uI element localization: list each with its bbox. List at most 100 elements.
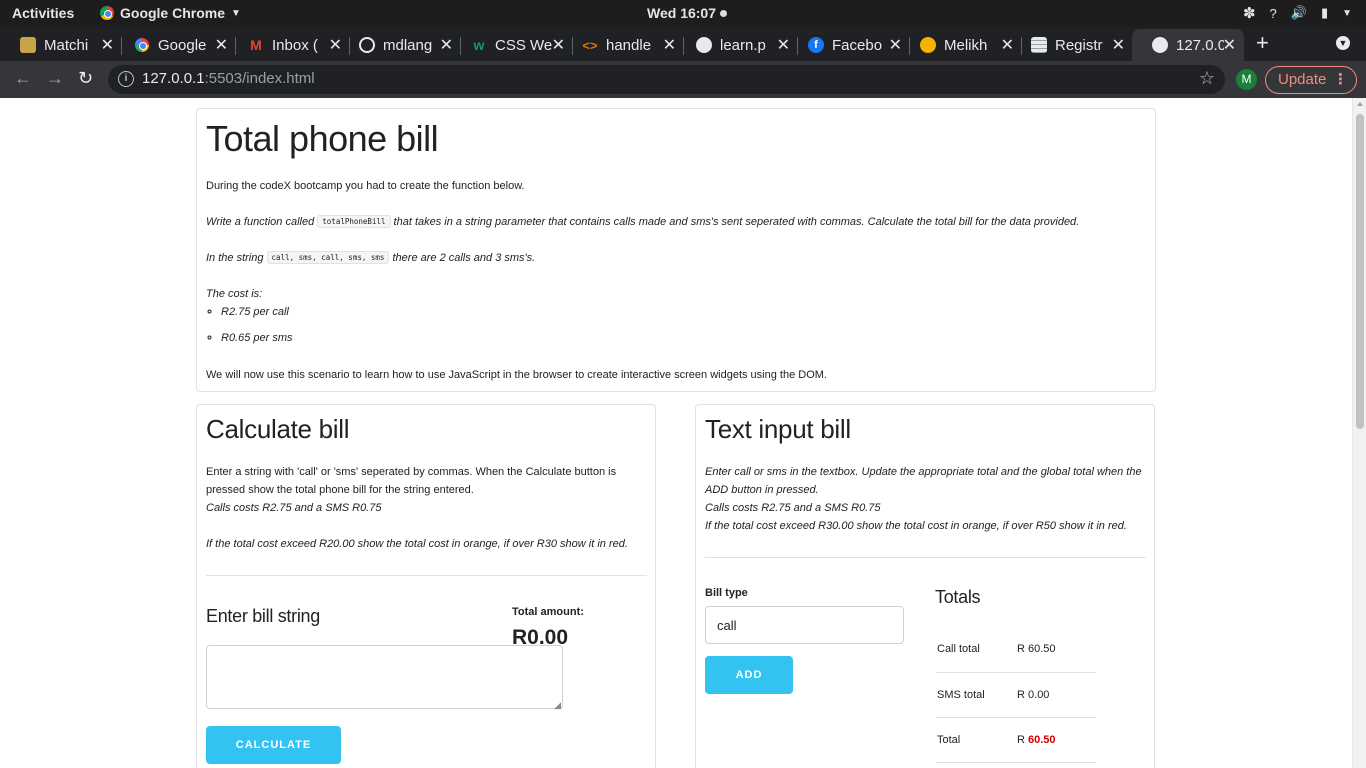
call-total-value: R 60.50 — [1001, 627, 1096, 673]
site-info-icon[interactable]: i — [118, 71, 134, 87]
tab-1[interactable]: Google ✕ — [114, 29, 236, 61]
tab-10-active[interactable]: 127.0.0 ✕ — [1132, 29, 1244, 61]
help-icon[interactable]: ? — [1270, 6, 1277, 21]
page-title: Total phone bill — [206, 118, 439, 159]
address-bar[interactable]: i 127.0.0.1:5503/index.html ☆ — [108, 65, 1225, 94]
intro-paragraph-2: Write a function called totalPhoneBill t… — [206, 215, 1080, 228]
slack-icon[interactable]: ✽ — [1243, 4, 1256, 22]
call-total-label: Call total — [936, 627, 1001, 673]
table-row: Call total R 60.50 — [936, 627, 1096, 673]
tab-3[interactable]: mdlang ✕ — [339, 29, 461, 61]
totals-heading: Totals — [935, 587, 981, 607]
tab-title: mdlang — [383, 36, 433, 54]
bill-type-value: call — [717, 618, 737, 633]
code-icon: <> — [582, 37, 598, 53]
back-icon[interactable]: ← — [14, 68, 32, 89]
calculate-desc-1: Enter a string with 'call' or 'sms' sepe… — [206, 466, 617, 496]
total-amount-label: Total amount: — [512, 606, 584, 618]
sheet-icon — [1031, 37, 1047, 53]
grand-total-value: R 60.50 — [1001, 717, 1096, 763]
reload-icon[interactable]: ↻ — [78, 68, 93, 89]
tab-title: Google — [158, 36, 207, 54]
google-icon — [134, 37, 150, 53]
close-icon[interactable]: ✕ — [663, 35, 676, 55]
url-text[interactable]: 127.0.0.1:5503/index.html — [142, 70, 315, 87]
list-item: R0.65 per sms — [221, 329, 293, 347]
tab-search-icon[interactable]: ▼ — [1336, 36, 1350, 50]
example-string-code: call, sms, call, sms, sms — [266, 251, 390, 264]
tab-6[interactable]: learn.p ✕ — [676, 29, 798, 61]
close-icon[interactable]: ✕ — [101, 35, 114, 55]
cost-list: R2.75 per call R0.65 per sms — [206, 303, 293, 347]
text-input-bill-card: Text input bill Enter call or sms in the… — [695, 404, 1155, 768]
cost-heading: The cost is: — [206, 288, 263, 300]
bill-string-label: Enter bill string — [206, 606, 320, 626]
melikh-icon — [920, 37, 936, 53]
chevron-down-icon: ▼ — [231, 7, 241, 19]
activities-button[interactable]: Activities — [12, 5, 74, 21]
close-icon[interactable]: ✕ — [215, 35, 228, 55]
table-row: Total R 60.50 — [936, 717, 1096, 763]
tab-title: CSS We — [495, 36, 553, 54]
app-menu[interactable]: Google Chrome ▼ — [100, 5, 241, 21]
tab-strip: Matchi ✕ Google ✕ M Inbox ( ✕ mdlang ✕ w… — [0, 27, 1366, 61]
tab-title: Registr — [1055, 36, 1103, 54]
tab-title: learn.p — [720, 36, 766, 54]
tab-title: Inbox ( — [272, 36, 318, 54]
chrome-icon — [100, 6, 114, 20]
system-tray[interactable]: ✽ ? 🔊 ▮ ▼ — [1243, 4, 1352, 22]
close-icon[interactable]: ✕ — [1112, 35, 1125, 55]
forward-icon[interactable]: → — [46, 68, 64, 89]
gmail-icon: M — [250, 37, 262, 53]
text-input-desc-3: If the total cost exceed R30.00 show the… — [705, 520, 1127, 532]
text-input-desc-2: Calls costs R2.75 and a SMS R0.75 — [705, 502, 881, 514]
page-scrollbar[interactable] — [1352, 98, 1366, 768]
update-button[interactable]: Update ⋮ — [1265, 66, 1357, 94]
tab-2[interactable]: M Inbox ( ✕ — [228, 29, 350, 61]
tab-7[interactable]: f Facebo ✕ — [788, 29, 910, 61]
divider — [206, 575, 647, 576]
clock[interactable]: Wed 16:07 — [647, 5, 727, 21]
w3-icon: w — [473, 37, 485, 53]
tab-9[interactable]: Registr ✕ — [1011, 29, 1133, 61]
tab-title: Matchi — [44, 36, 89, 54]
browser-toolbar: ← → ↻ i 127.0.0.1:5503/index.html ☆ M Up… — [0, 61, 1366, 98]
profile-avatar[interactable]: M — [1236, 69, 1257, 90]
scrollbar-thumb[interactable] — [1356, 114, 1364, 429]
tab-title: Facebo — [832, 36, 883, 54]
divider — [705, 557, 1146, 558]
add-button[interactable]: ADD — [705, 656, 793, 694]
tab-title: handle — [606, 36, 652, 54]
globe-icon — [1152, 37, 1168, 53]
calculate-desc-3: If the total cost exceed R20.00 show the… — [206, 538, 628, 550]
clock-label: Wed 16:07 — [647, 5, 716, 21]
tab-0[interactable]: Matchi ✕ — [0, 29, 122, 61]
intro-paragraph-4: We will now use this scenario to learn h… — [206, 369, 827, 381]
tab-5[interactable]: <> handle ✕ — [562, 29, 684, 61]
calculate-button[interactable]: CALCULATE — [206, 726, 341, 764]
bill-string-textarea[interactable]: ◢ — [206, 645, 563, 711]
intro-paragraph-1: During the codeX bootcamp you had to cre… — [206, 180, 525, 192]
scroll-up-icon[interactable] — [1357, 102, 1363, 106]
tab-8[interactable]: Melikh ✕ — [900, 29, 1022, 61]
list-item: R2.75 per call — [221, 303, 293, 321]
table-row: SMS total R 0.00 — [936, 672, 1096, 718]
resize-handle-icon[interactable]: ◢ — [554, 700, 561, 711]
volume-icon[interactable]: 🔊 — [1291, 5, 1307, 21]
bill-type-input[interactable]: call — [705, 606, 904, 644]
calculate-bill-card: Calculate bill Enter a string with 'call… — [196, 404, 656, 768]
text-input-bill-title: Text input bill — [705, 414, 851, 444]
tab-4[interactable]: w CSS We ✕ — [451, 29, 573, 61]
chevron-down-icon[interactable]: ▼ — [1342, 8, 1352, 19]
globe-icon — [696, 37, 712, 53]
totals-table: Call total R 60.50 SMS total R 0.00 Tota… — [936, 627, 1096, 763]
bookmark-star-icon[interactable]: ☆ — [1199, 68, 1215, 89]
app-name: Google Chrome — [120, 5, 226, 21]
function-name-code: totalPhoneBill — [317, 215, 391, 228]
sms-total-value: R 0.00 — [1001, 672, 1096, 718]
os-top-bar: Activities Google Chrome ▼ Wed 16:07 ✽ ?… — [0, 0, 1366, 27]
tab-title: 127.0.0 — [1176, 36, 1224, 54]
battery-icon[interactable]: ▮ — [1321, 5, 1328, 21]
close-icon[interactable]: ✕ — [1223, 35, 1236, 55]
new-tab-button[interactable]: + — [1256, 30, 1269, 56]
